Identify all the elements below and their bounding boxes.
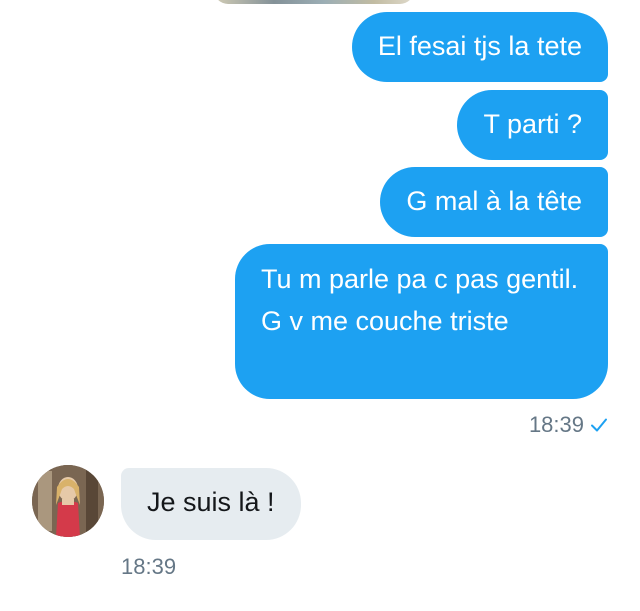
incoming-message-timestamp: 18:39 xyxy=(121,554,177,579)
previous-media-message[interactable] xyxy=(214,0,414,4)
outgoing-message-bubble[interactable]: Tu m parle pa c pas gentil. G v me couch… xyxy=(235,244,608,399)
outgoing-message-bubble[interactable]: T parti ? xyxy=(457,90,608,160)
outgoing-message-status: 18:39 xyxy=(529,410,608,440)
message-text: Tu m parle pa c pas gentil. G v me couch… xyxy=(261,264,579,336)
avatar[interactable] xyxy=(32,465,104,537)
outgoing-message-bubble[interactable]: El fesai tjs la tete xyxy=(351,12,608,82)
avatar-photo xyxy=(32,465,104,537)
message-text: Je suis là ! xyxy=(147,487,275,517)
message-text: G mal à la tête xyxy=(406,186,582,216)
message-text: T parti ? xyxy=(483,109,582,139)
outgoing-message-bubble[interactable]: G mal à la tête xyxy=(380,167,608,237)
checkmark-icon xyxy=(591,418,607,432)
message-timestamp: 18:39 xyxy=(528,412,584,437)
incoming-message-bubble[interactable]: Je suis là ! xyxy=(121,468,301,540)
message-text: El fesai tjs la tete xyxy=(377,31,582,61)
